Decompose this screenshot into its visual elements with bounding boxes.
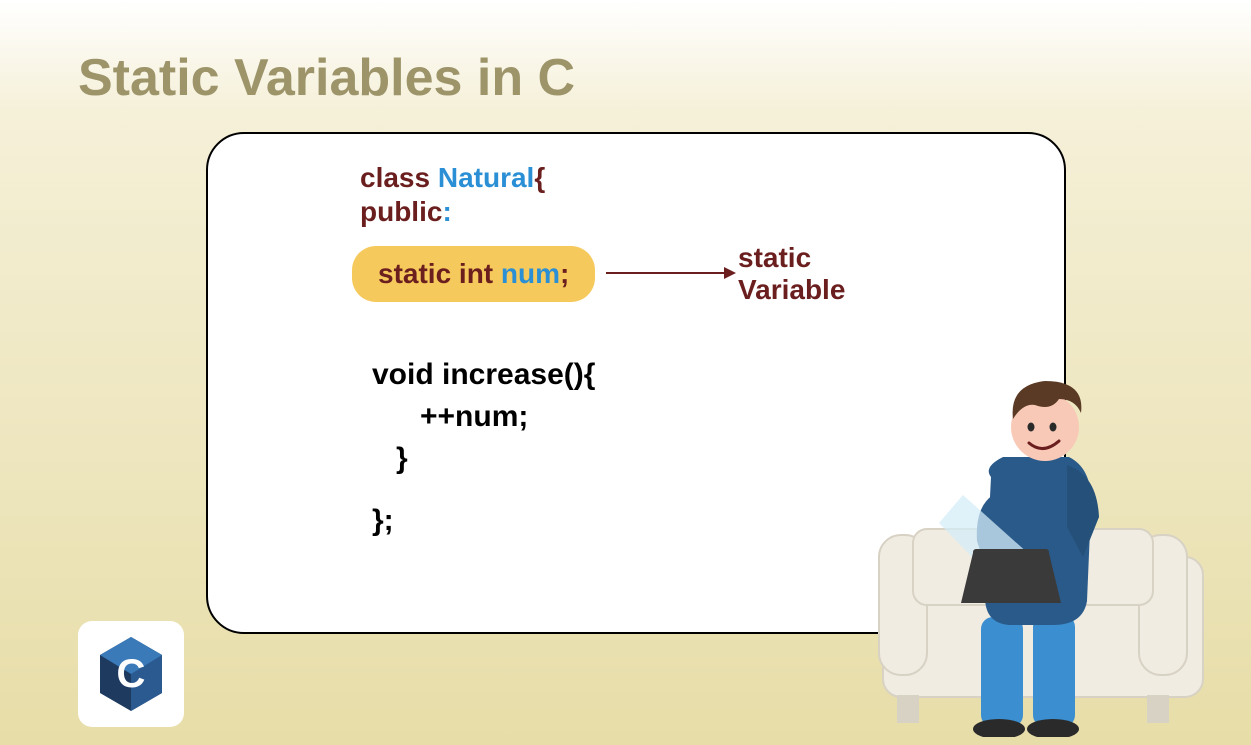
annotation-line2: Variable: [738, 274, 845, 306]
spacer: [372, 480, 595, 500]
class-close-brace: };: [372, 500, 595, 542]
fn-close-brace: }: [372, 438, 595, 480]
fn-signature: void increase(){: [372, 354, 595, 396]
fn-body: ++num;: [372, 396, 595, 438]
annotation-static-variable: static Variable: [738, 242, 845, 306]
page-title: Static Variables in C: [78, 48, 575, 108]
person-illustration-icon: [853, 357, 1213, 737]
arrow-icon: [606, 272, 736, 274]
colon: :: [442, 196, 451, 227]
code-function-block: void increase(){ ++num; } };: [372, 354, 595, 542]
highlight-static-var: static int num;: [352, 246, 595, 302]
semicolon: ;: [560, 258, 569, 289]
keyword-public: public: [360, 196, 442, 227]
keyword-class: class: [360, 162, 438, 193]
svg-text:C: C: [117, 652, 146, 696]
var-name: num: [501, 258, 560, 289]
code-line-class: class Natural{: [360, 162, 545, 194]
arrow-head-icon: [724, 267, 736, 279]
keyword-static-int: static int: [378, 258, 501, 289]
c-hexagon-icon: C: [96, 635, 166, 713]
brace-open: {: [534, 162, 545, 193]
annotation-line1: static: [738, 242, 845, 274]
code-line-public: public:: [360, 196, 452, 228]
c-logo-icon: C: [78, 621, 184, 727]
class-name: Natural: [438, 162, 534, 193]
arrow-line: [606, 272, 724, 274]
